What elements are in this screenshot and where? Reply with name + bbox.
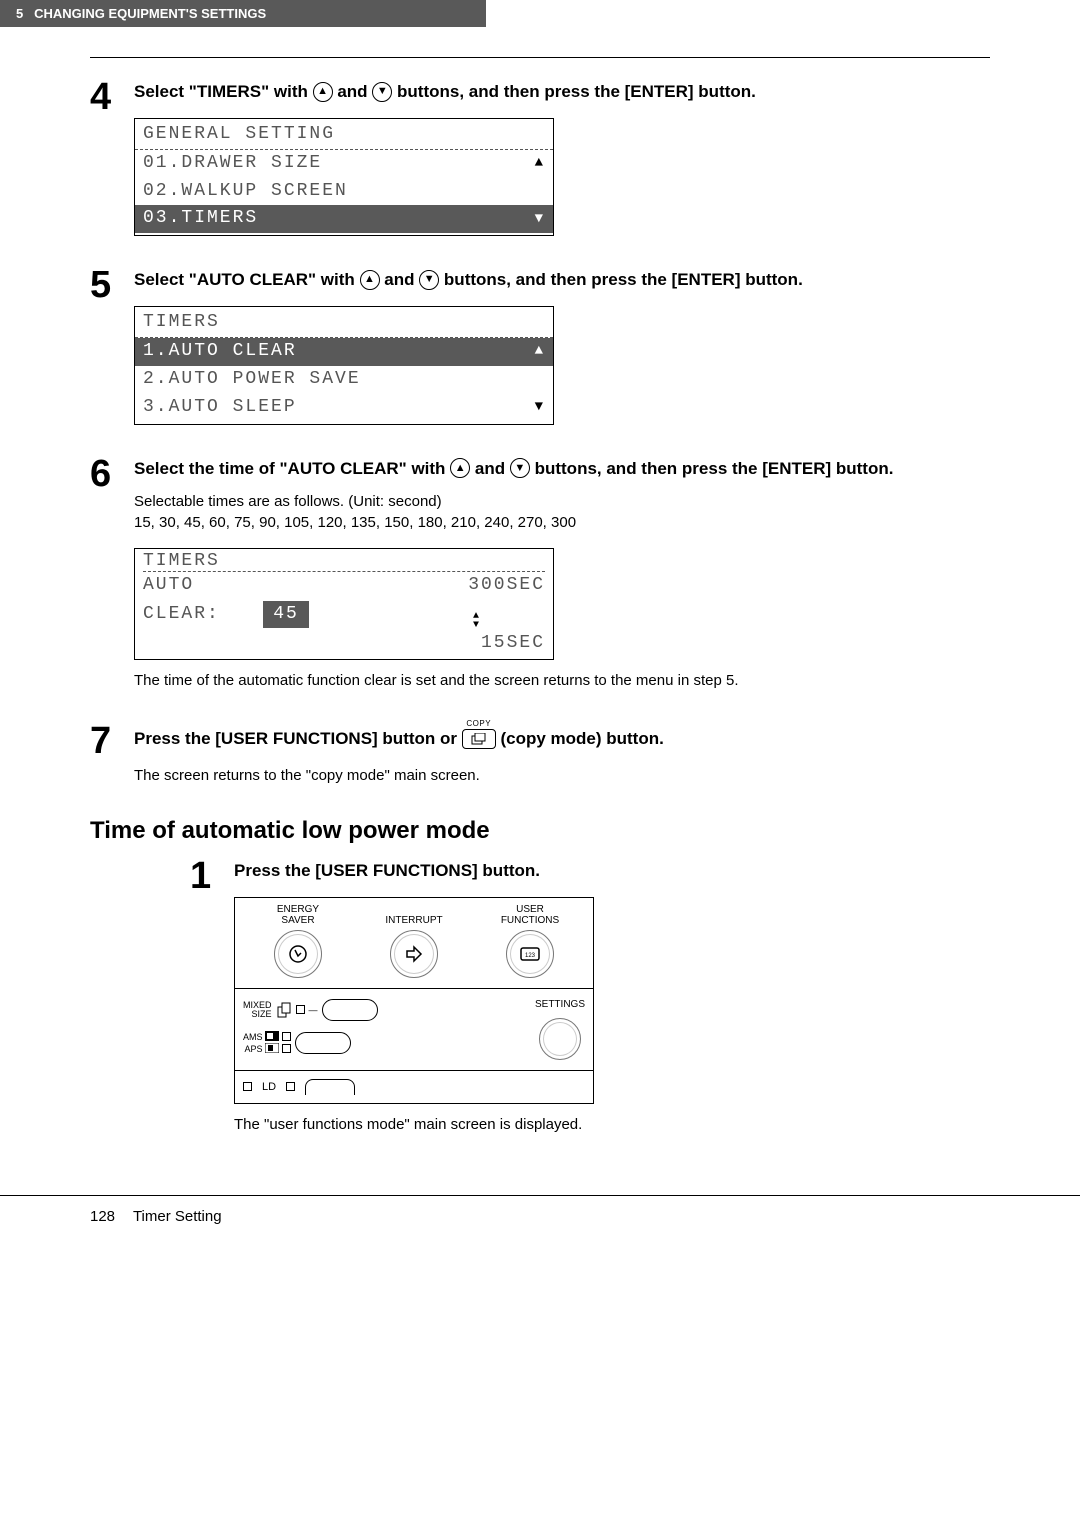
- section2-step-1: 1 Press the [USER FUNCTIONS] button. ENE…: [190, 857, 990, 1136]
- step-number: 5: [90, 266, 134, 424]
- chapter-header: 5 CHANGING EQUIPMENT'S SETTINGS: [0, 0, 486, 27]
- step-6: 6 Select the time of "AUTO CLEAR" with ▲…: [90, 455, 990, 692]
- divider: [90, 57, 990, 58]
- step-number: 6: [90, 455, 134, 692]
- up-arrow-icon: ▲: [313, 82, 333, 102]
- lcd-row-3: 3.AUTO SLEEP▼: [135, 394, 553, 422]
- step-title: Press the [USER FUNCTIONS] button or COP…: [134, 724, 990, 755]
- control-panel-illustration: ENERGYSAVER INTERRUPT USERFUNCTIONS: [234, 897, 594, 1104]
- step-number: 7: [90, 722, 134, 787]
- chapter-title: CHANGING EQUIPMENT'S SETTINGS: [34, 6, 266, 21]
- down-arrow-icon: ▼: [419, 270, 439, 290]
- oval-button-icon: [305, 1079, 355, 1095]
- energy-saver-button: ENERGYSAVER: [243, 904, 353, 978]
- step-body-text: The screen returns to the "copy mode" ma…: [134, 765, 990, 787]
- up-arrow-icon: ▲: [450, 458, 470, 478]
- lcd-row-2: 2.AUTO POWER SAVE: [135, 366, 553, 394]
- mixed-size-indicator: MIXED SIZE —: [243, 999, 527, 1021]
- step-title: Select the time of "AUTO CLEAR" with ▲ a…: [134, 457, 990, 481]
- footer-title: Timer Setting: [133, 1208, 222, 1225]
- lcd-header: TIMERS: [143, 551, 545, 572]
- energy-saver-icon: [274, 930, 322, 978]
- ams-aps-indicator: AMS APS: [243, 1031, 527, 1056]
- user-functions-icon: 123: [506, 930, 554, 978]
- lcd-screen-autoclear: TIMERS AUTO 300SEC CLEAR: 45 ▲▼ 15SEC: [134, 548, 554, 660]
- lcd-row-3-selected: 03.TIMERS▼: [135, 205, 553, 233]
- section-heading: Time of automatic low power mode: [90, 817, 990, 845]
- step-number: 1: [190, 857, 234, 1136]
- lcd-header: GENERAL SETTING: [135, 121, 553, 150]
- step-after-text: The time of the automatic function clear…: [134, 670, 990, 692]
- lcd-row-2: 02.WALKUP SCREEN: [135, 178, 553, 206]
- up-triangle-icon: ▲: [535, 341, 545, 363]
- lcd-header: TIMERS: [135, 309, 553, 338]
- user-functions-button: USERFUNCTIONS 123: [475, 904, 585, 978]
- down-triangle-icon: ▼: [535, 209, 545, 231]
- step-7: 7 Press the [USER FUNCTIONS] button or C…: [90, 722, 990, 787]
- interrupt-icon: [390, 930, 438, 978]
- step-title: Select "TIMERS" with ▲ and ▼ buttons, an…: [134, 80, 990, 104]
- lcd-screen-timers: TIMERS 1.AUTO CLEAR▲ 2.AUTO POWER SAVE 3…: [134, 306, 554, 425]
- step-number: 4: [90, 78, 134, 236]
- down-arrow-icon: ▼: [510, 458, 530, 478]
- step-title: Press the [USER FUNCTIONS] button.: [234, 859, 990, 883]
- step-after-text: The "user functions mode" main screen is…: [234, 1114, 990, 1136]
- settings-button: SETTINGS: [535, 999, 585, 1060]
- page-footer: 128 Timer Setting: [0, 1195, 1080, 1237]
- panel-bottom-row: LD: [235, 1071, 593, 1103]
- lcd-row-1: 01.DRAWER SIZE▲: [135, 150, 553, 178]
- page-number: 128: [90, 1208, 115, 1225]
- chapter-number: 5: [16, 6, 23, 21]
- down-triangle-icon: ▼: [535, 397, 545, 419]
- interrupt-button: INTERRUPT: [359, 904, 469, 978]
- up-arrow-icon: ▲: [360, 270, 380, 290]
- down-arrow-icon: ▼: [372, 82, 392, 102]
- step-4: 4 Select "TIMERS" with ▲ and ▼ buttons, …: [90, 78, 990, 236]
- settings-icon: [539, 1018, 581, 1060]
- step-body-text: Selectable times are as follows. (Unit: …: [134, 491, 990, 535]
- lower-limit: 15SEC: [333, 630, 545, 657]
- step-5: 5 Select "AUTO CLEAR" with ▲ and ▼ butto…: [90, 266, 990, 424]
- copy-mode-button-icon: COPY: [462, 718, 496, 749]
- current-value: 45: [263, 601, 309, 628]
- up-triangle-icon: ▲: [535, 153, 545, 175]
- lcd-screen-general: GENERAL SETTING 01.DRAWER SIZE▲ 02.WALKU…: [134, 118, 554, 237]
- step-title: Select "AUTO CLEAR" with ▲ and ▼ buttons…: [134, 268, 990, 292]
- updown-icon: ▲▼: [473, 612, 481, 630]
- mixed-size-icon: [276, 1002, 292, 1018]
- upper-limit: 300SEC: [333, 572, 545, 599]
- svg-text:123: 123: [525, 953, 536, 959]
- lcd-row-1-selected: 1.AUTO CLEAR▲: [135, 338, 553, 366]
